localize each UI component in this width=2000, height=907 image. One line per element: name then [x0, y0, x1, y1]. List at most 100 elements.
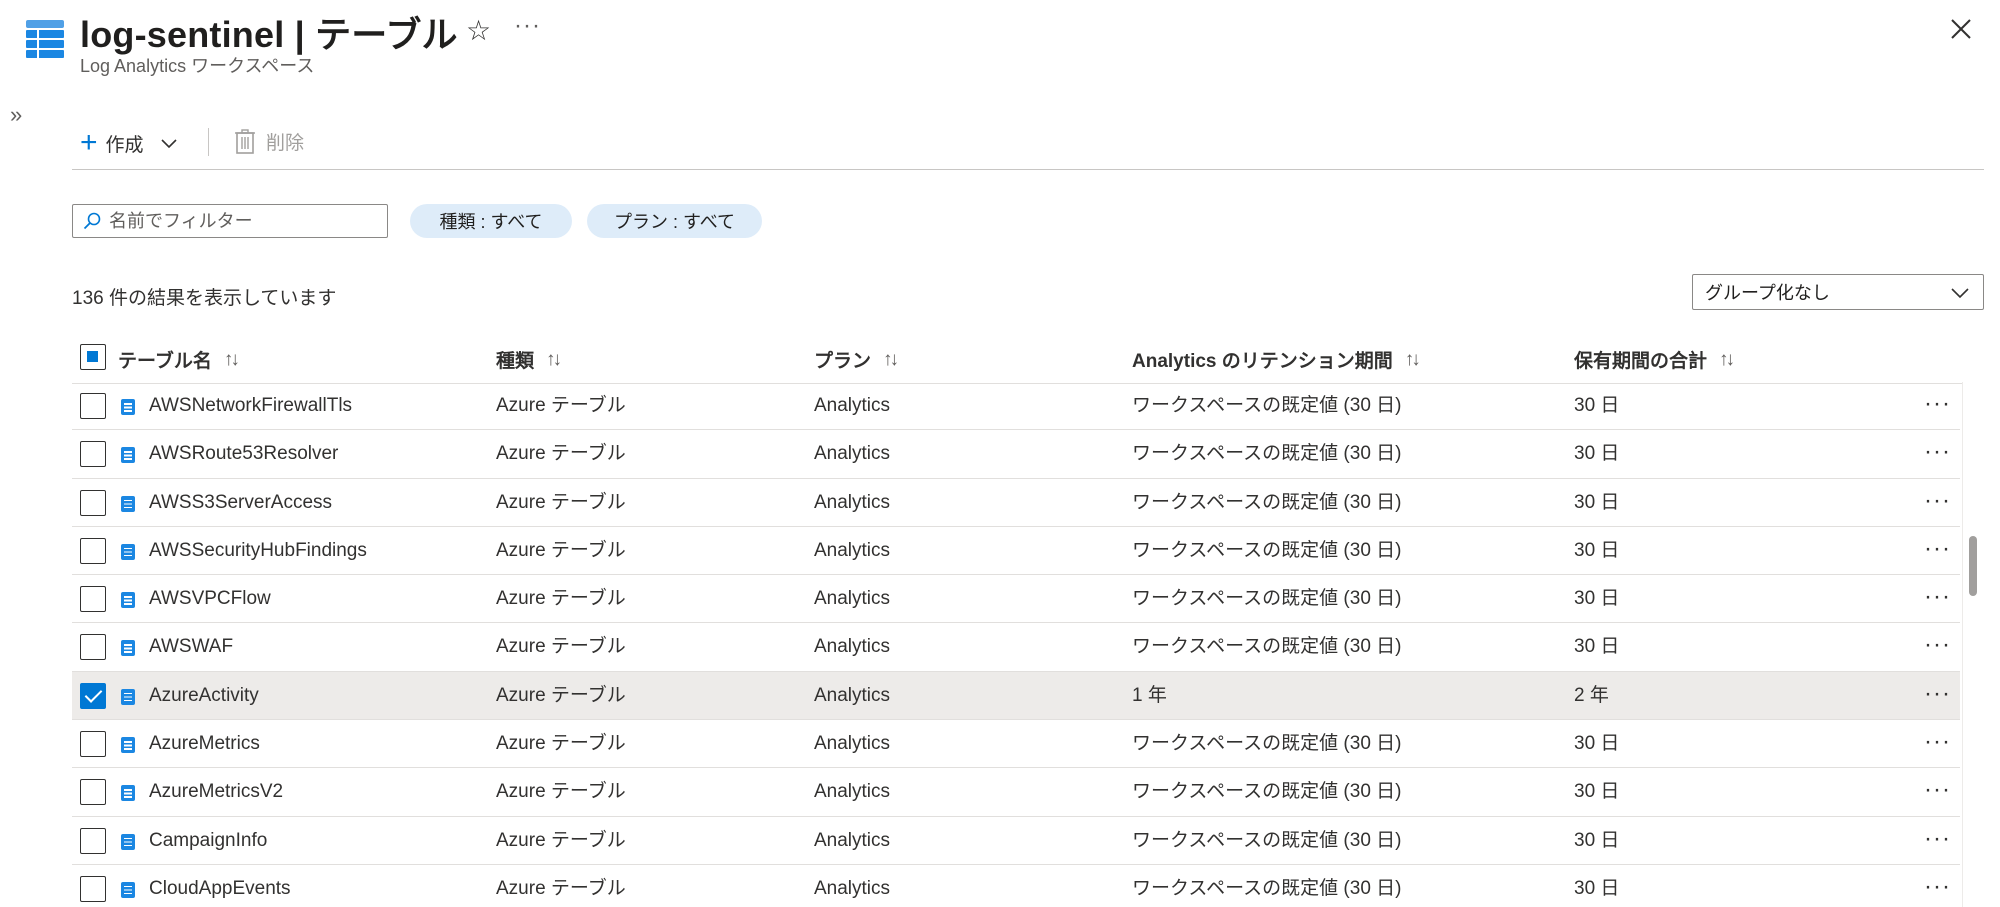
more-options-icon[interactable]: ···	[1924, 392, 1951, 416]
table-row[interactable]: AWSSecurityHubFindings Azure テーブル Analytic…	[72, 527, 1960, 576]
filter-by-name-input[interactable]	[109, 210, 379, 232]
plus-icon: +	[80, 126, 98, 159]
total-retention-cell: 30 日	[1574, 588, 1620, 610]
close-icon[interactable]	[1946, 14, 1976, 44]
table-plan-cell: Analytics	[814, 491, 891, 513]
table-type-cell: Azure テーブル	[496, 491, 626, 513]
table-name-cell[interactable]: AWSNetworkFirewallTls	[149, 382, 352, 430]
delete-button[interactable]: 削除	[234, 128, 304, 155]
more-options-icon[interactable]: ···	[1924, 874, 1951, 899]
table-row[interactable]: AWSS3ServerAccess Azure テーブル Analytics ワークス…	[72, 479, 1960, 527]
table-icon	[121, 833, 135, 850]
scrollbar-thumb[interactable]	[1969, 536, 1977, 596]
total-retention-cell: 30 日	[1574, 395, 1620, 416]
table-row[interactable]: AWSRoute53Resolver Azure テーブル Analytics ワーク…	[72, 430, 1960, 479]
more-options-icon[interactable]: ···	[1924, 488, 1951, 513]
retention-cell: 1 年	[1132, 684, 1167, 706]
table-row[interactable]: CloudAppEvents Azure テーブル Analytics ワークスペース…	[72, 865, 1960, 907]
more-options-icon[interactable]: ···	[1924, 826, 1951, 851]
row-checkbox[interactable]	[80, 875, 106, 902]
table-plan-cell: Analytics	[814, 443, 891, 465]
expand-menu-icon[interactable]: »	[10, 102, 22, 128]
more-options-icon[interactable]: ···	[1924, 778, 1951, 802]
column-header-total-retention[interactable]: 保有期間の合計 ↑↓	[1574, 346, 1735, 373]
total-retention-cell: 30 日	[1574, 829, 1620, 851]
table-plan-cell: Analytics	[814, 781, 891, 803]
table-icon	[121, 495, 135, 512]
table-icon	[121, 785, 135, 802]
more-options-icon[interactable]: ···	[514, 12, 541, 40]
table-row[interactable]: AzureMetrics Azure テーブル Analytics ワークスペースの既…	[72, 720, 1960, 769]
column-header-name[interactable]: テーブル名 ↑↓	[118, 346, 240, 373]
plan-filter-pill[interactable]: プラン : すべて	[587, 204, 762, 238]
sort-icon: ↑↓	[546, 348, 562, 370]
row-checkbox[interactable]	[80, 779, 106, 806]
scrollbar-track[interactable]	[1962, 382, 1984, 907]
chevron-down-icon	[1951, 288, 1969, 299]
table-name-cell[interactable]: AzureActivity	[149, 672, 259, 720]
table-plan-cell: Analytics	[814, 539, 891, 561]
table-name-cell[interactable]: AWSRoute53Resolver	[149, 430, 338, 478]
more-options-icon[interactable]: ···	[1924, 440, 1951, 464]
retention-cell: ワークスペースの既定値 (30 日)	[1132, 781, 1402, 803]
row-checkbox[interactable]	[80, 441, 106, 468]
total-retention-cell: 30 日	[1574, 443, 1620, 465]
table-name-cell[interactable]: CloudAppEvents	[149, 865, 291, 907]
column-header-retention[interactable]: Analytics のリテンション期間 ↑↓	[1132, 346, 1421, 373]
page-title: log-sentinel | テーブル	[80, 14, 458, 55]
table-type-cell: Azure テーブル	[496, 443, 626, 465]
column-header-type[interactable]: 種類 ↑↓	[496, 346, 562, 373]
retention-cell: ワークスペースの既定値 (30 日)	[1132, 829, 1402, 851]
retention-cell: ワークスペースの既定値 (30 日)	[1132, 588, 1402, 610]
row-checkbox[interactable]	[80, 682, 106, 709]
retention-cell: ワークスペースの既定値 (30 日)	[1132, 733, 1402, 755]
table-name-cell[interactable]: CampaignInfo	[149, 817, 267, 865]
type-filter-pill[interactable]: 種類 : すべて	[410, 204, 572, 238]
group-by-dropdown[interactable]: グループ化なし	[1692, 274, 1984, 310]
retention-cell: ワークスペースの既定値 (30 日)	[1132, 395, 1402, 416]
row-checkbox[interactable]	[80, 731, 106, 758]
page-subtitle: Log Analytics ワークスペース	[80, 56, 315, 76]
search-box[interactable]	[72, 204, 388, 238]
chevron-down-icon	[160, 139, 177, 149]
more-options-icon[interactable]: ···	[1924, 681, 1951, 706]
row-checkbox[interactable]	[80, 393, 106, 419]
row-checkbox[interactable]	[80, 634, 106, 661]
column-header-plan[interactable]: プラン ↑↓	[814, 346, 899, 373]
row-checkbox[interactable]	[80, 489, 106, 516]
table-name-cell[interactable]: AzureMetrics	[149, 720, 260, 768]
table-type-cell: Azure テーブル	[496, 877, 626, 899]
search-icon	[83, 212, 101, 230]
more-options-icon[interactable]: ···	[1924, 585, 1951, 609]
row-checkbox[interactable]	[80, 537, 106, 564]
table-row[interactable]: AzureMetricsV2 Azure テーブル Analytics ワークスペース…	[72, 768, 1960, 817]
table-row[interactable]: AWSVPCFlow Azure テーブル Analytics ワークスペースの既定値…	[72, 575, 1960, 624]
create-label: 作成	[105, 134, 144, 156]
table-row[interactable]: AWSNetworkFirewallTls Azure テーブル Analytics…	[72, 382, 1960, 431]
table-plan-cell: Analytics	[814, 733, 891, 755]
table-name-cell[interactable]: AWSVPCFlow	[149, 575, 271, 623]
total-retention-cell: 30 日	[1574, 877, 1620, 899]
total-retention-cell: 30 日	[1574, 539, 1620, 561]
row-checkbox[interactable]	[80, 586, 106, 613]
table-row[interactable]: AWSWAF Azure テーブル Analytics ワークスペースの既定値 (30…	[72, 623, 1960, 672]
select-all-checkbox[interactable]	[80, 344, 106, 370]
create-button[interactable]: + 作成	[80, 128, 180, 158]
row-checkbox[interactable]	[80, 827, 106, 854]
result-count: 136 件の結果を表示しています	[72, 288, 337, 309]
table-name-cell[interactable]: AzureMetricsV2	[149, 768, 283, 816]
table-name-cell[interactable]: AWSSecurityHubFindings	[149, 527, 367, 575]
table-plan-cell: Analytics	[814, 588, 891, 610]
more-options-icon[interactable]: ···	[1924, 633, 1951, 657]
table-row[interactable]: CampaignInfo Azure テーブル Analytics ワークスペースの既…	[72, 817, 1960, 865]
more-options-icon[interactable]: ···	[1924, 536, 1951, 561]
more-options-icon[interactable]: ···	[1924, 730, 1951, 754]
table-icon	[121, 688, 135, 705]
table-row[interactable]: AzureActivity Azure テーブル Analytics 1 年 2 年 ··…	[72, 671, 1960, 721]
table-name-cell[interactable]: AWSWAF	[149, 623, 233, 671]
table-name-cell[interactable]: AWSS3ServerAccess	[149, 479, 332, 527]
retention-cell: ワークスペースの既定値 (30 日)	[1132, 539, 1402, 561]
table-icon	[121, 737, 135, 754]
favorite-star-icon[interactable]: ☆	[466, 14, 491, 47]
table-icon	[121, 592, 135, 609]
